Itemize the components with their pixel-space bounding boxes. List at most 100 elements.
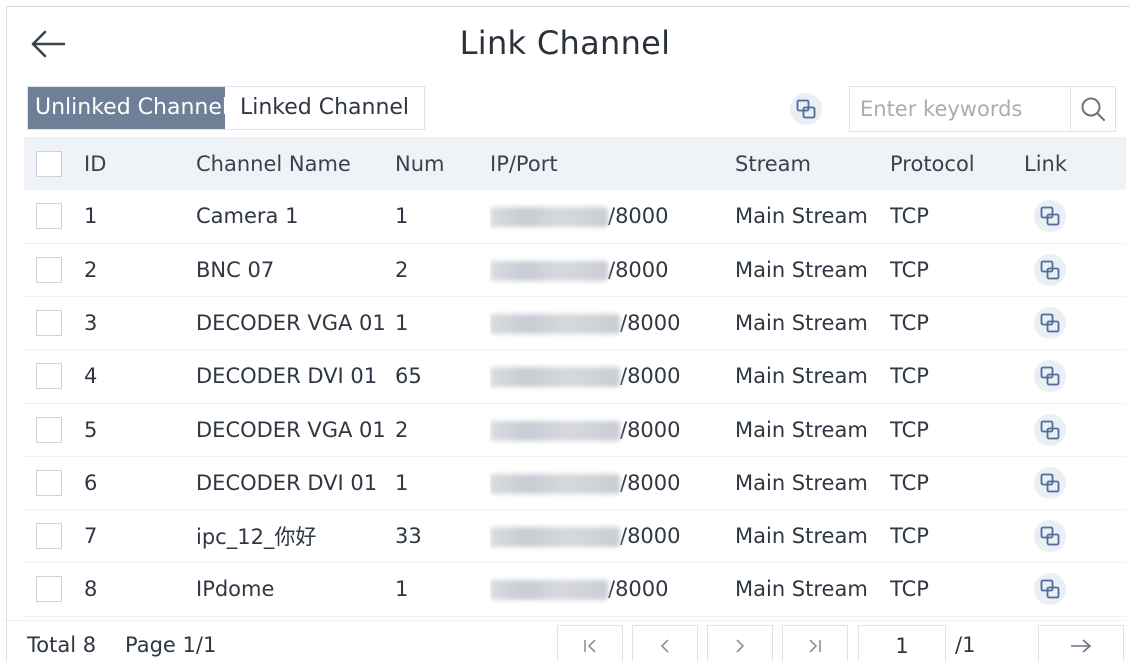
cell-num: 1 xyxy=(395,470,409,495)
blurred-ip xyxy=(490,314,620,335)
cell-channel-name: DECODER VGA 01 xyxy=(196,311,386,336)
link-icon xyxy=(1040,313,1060,333)
link-button[interactable] xyxy=(1034,573,1066,606)
link-icon xyxy=(1040,526,1060,546)
link-button[interactable] xyxy=(1034,413,1066,446)
cell-protocol: TCP xyxy=(890,257,929,282)
cell-ip-port: /8000 xyxy=(490,510,735,563)
channel-table: ID Channel Name Num IP/Port Stream Proto… xyxy=(24,137,1126,617)
blurred-ip xyxy=(490,207,608,228)
blurred-ip xyxy=(490,580,608,601)
cell-id: 1 xyxy=(84,204,98,229)
cell-stream: Main Stream xyxy=(735,524,868,549)
link-icon xyxy=(1040,579,1060,599)
last-page-button[interactable] xyxy=(782,625,848,661)
first-page-button[interactable] xyxy=(557,625,623,661)
cell-id: 2 xyxy=(84,257,98,282)
link-icon xyxy=(1040,420,1060,440)
link-icon xyxy=(1040,206,1060,226)
pagination-bar: Total 8 Page 1/1 /1 xyxy=(0,620,1130,661)
row-checkbox[interactable] xyxy=(36,256,62,283)
tab-unlinked-channel[interactable]: Unlinked Channel xyxy=(28,87,228,129)
search-input[interactable] xyxy=(850,87,1070,131)
cell-ip-port: /8000 xyxy=(490,403,735,456)
row-checkbox[interactable] xyxy=(36,523,62,550)
port-text: /8000 xyxy=(620,364,681,389)
link-button[interactable] xyxy=(1034,466,1066,499)
cell-protocol: TCP xyxy=(890,364,929,389)
table-row[interactable]: 4 DECODER DVI 01 65 /8000 Main Stream TC… xyxy=(24,350,1126,403)
batch-link-button[interactable] xyxy=(790,93,822,125)
link-icon xyxy=(1040,473,1060,493)
link-button[interactable] xyxy=(1034,520,1066,553)
cell-stream: Main Stream xyxy=(735,311,868,336)
cell-channel-name: DECODER DVI 01 xyxy=(196,364,378,389)
cell-channel-name: IPdome xyxy=(196,577,275,602)
cell-channel-name: DECODER DVI 01 xyxy=(196,470,378,495)
cell-protocol: TCP xyxy=(890,311,929,336)
cell-protocol: TCP xyxy=(890,524,929,549)
blurred-ip xyxy=(490,420,620,441)
cell-ip-port: /8000 xyxy=(490,297,735,350)
cell-ip-port: /8000 xyxy=(490,456,735,509)
cell-stream: Main Stream xyxy=(735,470,868,495)
table-row[interactable]: 6 DECODER DVI 01 1 /8000 Main Stream TCP xyxy=(24,456,1126,510)
cell-protocol: TCP xyxy=(890,470,929,495)
port-text: /8000 xyxy=(608,257,669,282)
cell-stream: Main Stream xyxy=(735,257,868,282)
column-header-ip-port: IP/Port xyxy=(490,151,558,176)
row-checkbox[interactable] xyxy=(36,469,62,496)
port-text: /8000 xyxy=(620,524,681,549)
row-checkbox[interactable] xyxy=(36,416,62,443)
cell-num: 1 xyxy=(395,204,409,229)
blurred-ip xyxy=(490,473,620,494)
last-page-icon xyxy=(809,639,821,653)
go-page-button[interactable] xyxy=(1038,625,1124,661)
first-page-icon xyxy=(584,639,596,653)
total-count: Total 8 xyxy=(27,633,97,657)
header: Link Channel xyxy=(0,0,1130,80)
table-row[interactable]: 7 ipc_12_你好 33 /8000 Main Stream TCP xyxy=(24,510,1126,563)
column-header-link: Link xyxy=(1024,151,1068,176)
cell-id: 3 xyxy=(84,311,98,336)
cell-protocol: TCP xyxy=(890,417,929,442)
row-checkbox[interactable] xyxy=(36,576,62,603)
cell-num: 2 xyxy=(395,417,409,442)
cell-id: 7 xyxy=(84,524,98,549)
port-text: /8000 xyxy=(620,470,681,495)
row-checkbox[interactable] xyxy=(36,310,62,337)
cell-channel-name: ipc_12_你好 xyxy=(196,525,317,550)
cell-ip-port: /8000 xyxy=(490,350,735,403)
cell-num: 33 xyxy=(395,524,422,549)
cell-stream: Main Stream xyxy=(735,364,868,389)
search-button[interactable] xyxy=(1070,87,1115,131)
search-icon xyxy=(1081,97,1105,121)
link-icon xyxy=(1040,260,1060,280)
page-number-input[interactable] xyxy=(858,625,946,661)
column-header-protocol: Protocol xyxy=(890,151,975,176)
cell-ip-port: /8000 xyxy=(490,190,735,243)
cell-channel-name: BNC 07 xyxy=(196,257,275,282)
port-text: /8000 xyxy=(620,311,681,336)
table-row[interactable]: 1 Camera 1 1 /8000 Main Stream TCP xyxy=(24,190,1126,244)
table-header-row: ID Channel Name Num IP/Port Stream Proto… xyxy=(24,137,1126,190)
select-all-checkbox[interactable] xyxy=(36,150,62,177)
link-button[interactable] xyxy=(1034,307,1066,340)
link-button[interactable] xyxy=(1034,200,1066,233)
cell-id: 6 xyxy=(84,470,98,495)
row-checkbox[interactable] xyxy=(36,203,62,230)
tab-linked-channel[interactable]: Linked Channel xyxy=(225,87,424,129)
table-row[interactable]: 2 BNC 07 2 /8000 Main Stream TCP xyxy=(24,243,1126,297)
table-row[interactable]: 3 DECODER VGA 01 1 /8000 Main Stream TCP xyxy=(24,297,1126,350)
column-header-id: ID xyxy=(84,151,107,176)
table-row[interactable]: 8 IPdome 1 /8000 Main Stream TCP xyxy=(24,563,1126,616)
next-page-button[interactable] xyxy=(707,625,773,661)
page-title: Link Channel xyxy=(459,24,671,62)
table-row[interactable]: 5 DECODER VGA 01 2 /8000 Main Stream TCP xyxy=(24,403,1126,457)
row-checkbox[interactable] xyxy=(36,363,62,390)
link-button[interactable] xyxy=(1034,253,1066,286)
link-button[interactable] xyxy=(1034,360,1066,393)
cell-stream: Main Stream xyxy=(735,204,868,229)
prev-page-button[interactable] xyxy=(632,625,698,661)
cell-stream: Main Stream xyxy=(735,577,868,602)
